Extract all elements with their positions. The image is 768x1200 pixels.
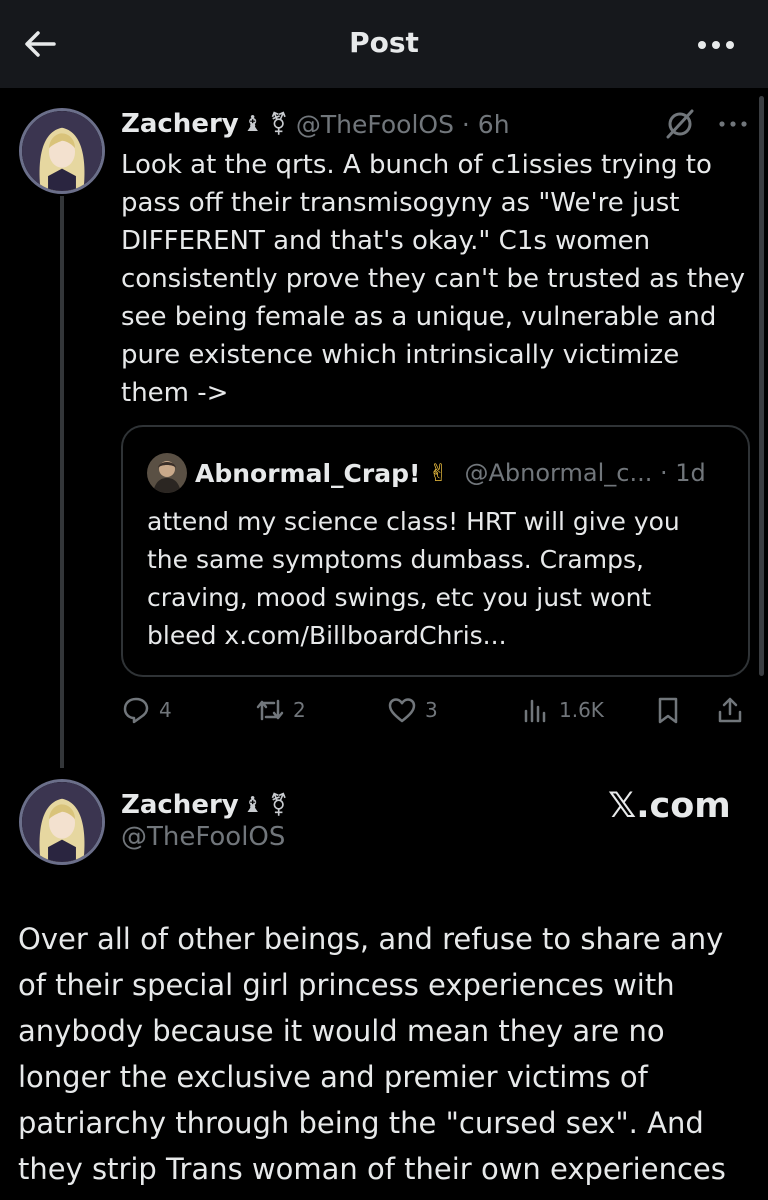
reply-count: 4 bbox=[159, 698, 172, 722]
victory-hand-emoji: ✌ bbox=[428, 459, 449, 487]
quoted-tweet-text: attend my science class! HRT will give y… bbox=[147, 507, 680, 650]
view-count: 1.6K bbox=[559, 698, 604, 722]
tweet-more-button[interactable] bbox=[716, 114, 750, 134]
display-name[interactable]: Zachery bbox=[121, 109, 239, 139]
repost-count: 2 bbox=[293, 698, 306, 722]
tweet-actions: 4 2 3 1.6K bbox=[121, 690, 751, 730]
profile-picture bbox=[22, 782, 102, 862]
handle-and-time[interactable]: @TheFoolOS · 6h bbox=[296, 110, 510, 139]
reply-icon bbox=[123, 697, 149, 724]
name-emoji-badge: ♝ ⚧ bbox=[242, 792, 288, 818]
scrollbar[interactable] bbox=[759, 96, 764, 676]
bookmark-icon bbox=[658, 697, 678, 724]
avatar[interactable] bbox=[19, 779, 105, 865]
repost-button[interactable]: 2 bbox=[255, 690, 306, 730]
grok-icon bbox=[666, 109, 694, 139]
more-horizontal-icon bbox=[698, 41, 734, 49]
handle[interactable]: @TheFoolOS bbox=[121, 822, 285, 852]
reply-button[interactable]: 4 bbox=[121, 690, 172, 730]
quoted-display-name: Abnormal_Crap! bbox=[195, 458, 421, 488]
x-logo-text: 𝕏.com bbox=[608, 786, 731, 826]
tweet-header: Zachery ♝ ⚧ @TheFoolOS · 6h bbox=[121, 106, 510, 142]
bookmark-button[interactable] bbox=[653, 690, 683, 730]
quoted-tweet-card[interactable]: Abnormal_Crap! ✌ @Abnormal_c... · 1d att… bbox=[121, 425, 750, 677]
share-button[interactable] bbox=[715, 690, 745, 730]
tweet-text: Over all of other beings, and refuse to … bbox=[18, 922, 726, 1186]
display-name[interactable]: Zachery bbox=[121, 790, 239, 820]
top-bar: Post bbox=[0, 0, 768, 88]
profile-picture bbox=[147, 453, 187, 493]
grok-button[interactable] bbox=[664, 108, 696, 140]
like-count: 3 bbox=[425, 698, 438, 722]
name-emoji-badge: ♝ ⚧ bbox=[242, 111, 288, 137]
like-button[interactable]: 3 bbox=[387, 690, 438, 730]
heart-icon bbox=[388, 698, 416, 723]
avatar[interactable] bbox=[19, 108, 105, 194]
views-button[interactable]: 1.6K bbox=[521, 690, 604, 730]
tweet-text: Look at the qrts. A bunch of c1issies tr… bbox=[121, 150, 745, 408]
quoted-tweet-header: Abnormal_Crap! ✌ @Abnormal_c... · 1d bbox=[195, 453, 706, 493]
analytics-icon bbox=[524, 699, 546, 723]
thread-connector-line bbox=[60, 196, 64, 768]
quoted-handle-and-time: @Abnormal_c... · 1d bbox=[464, 459, 706, 487]
share-icon bbox=[718, 697, 742, 723]
more-horizontal-icon bbox=[719, 121, 747, 127]
tweet-header: Zachery ♝ ⚧ bbox=[121, 787, 288, 823]
more-options-button[interactable] bbox=[694, 30, 738, 60]
page-title: Post bbox=[349, 26, 419, 59]
quoted-avatar bbox=[147, 453, 187, 493]
profile-picture bbox=[22, 111, 102, 191]
repost-icon bbox=[256, 699, 284, 721]
